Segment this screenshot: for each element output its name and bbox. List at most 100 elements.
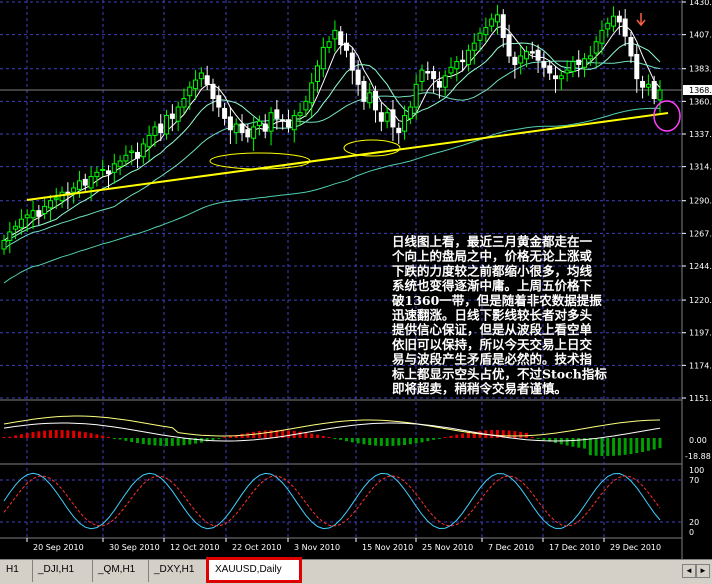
osc-bar-positive — [60, 430, 64, 438]
osc-bar-negative — [368, 438, 372, 446]
scroll-left-arrow[interactable]: ◄ — [682, 564, 696, 578]
bull-candle — [407, 106, 413, 119]
osc-bar-negative — [159, 438, 163, 446]
osc-bar-negative — [629, 438, 633, 455]
date-label: 12 Oct 2010 — [170, 543, 219, 552]
price-tick-label: 1267. — [689, 229, 712, 238]
osc-bar-negative — [385, 438, 389, 446]
osc-bar-positive — [321, 435, 325, 438]
annotation-line: 迅速翻涨。日线下影线较长者对多头 — [392, 308, 593, 323]
bull-candle — [332, 29, 338, 40]
bear-candle — [576, 59, 582, 65]
bear-candle — [355, 69, 361, 85]
osc-bar-negative — [176, 438, 180, 446]
osc-bar-positive — [257, 431, 261, 438]
bear-candle — [378, 112, 384, 122]
bull-candle — [53, 197, 59, 200]
osc-bar-positive — [513, 431, 517, 438]
bear-candle — [169, 113, 175, 119]
bear-candle — [239, 123, 245, 134]
osc-bar-positive — [66, 430, 70, 438]
bear-candle — [222, 107, 228, 119]
osc-bar-negative — [536, 438, 540, 440]
osc-bar-negative — [141, 438, 145, 445]
bull-candle — [7, 231, 13, 241]
bull-candle — [181, 98, 187, 108]
osc-zero-label: 0.00 — [689, 436, 707, 445]
bear-candle — [227, 116, 233, 131]
bull-candle — [117, 160, 123, 168]
annotation-line: 破1360一带，但是随着非农数据提振 — [392, 293, 602, 308]
osc-bar-positive — [461, 433, 465, 438]
osc-bar-positive — [327, 437, 331, 438]
bull-candle — [657, 89, 663, 101]
bull-candle — [518, 55, 524, 64]
osc-bar-negative — [362, 438, 366, 445]
osc-bar-negative — [652, 438, 656, 450]
stoch-level-label: 100 — [689, 466, 704, 475]
price-tick-label: 1337. — [689, 130, 712, 139]
osc-bar-negative — [130, 438, 134, 443]
osc-bar-negative — [437, 438, 441, 439]
osc-bar-positive — [269, 430, 273, 438]
tab-h1[interactable]: H1 — [0, 560, 33, 582]
bear-candle — [529, 51, 535, 54]
bull-candle — [187, 86, 193, 97]
bull-candle — [251, 126, 257, 139]
bull-candle — [309, 82, 315, 104]
tab-xauusd-daily[interactable]: XAUUSD,Daily — [206, 557, 302, 583]
osc-bar-positive — [48, 430, 52, 438]
tab-dji-h1[interactable]: _DJI,H1 — [32, 560, 93, 582]
bear-candle — [216, 95, 222, 108]
bull-candle — [326, 41, 332, 48]
bear-candle — [512, 56, 518, 65]
price-tick-label: 1174. — [689, 361, 712, 370]
bull-candle — [477, 32, 483, 41]
bull-candle — [454, 61, 460, 70]
osc-bar-positive — [101, 435, 105, 438]
osc-bar-negative — [600, 438, 604, 456]
osc-bar-negative — [118, 438, 122, 440]
annotation-line: 系统也变得逐渐中庸。上周五价格下 — [392, 278, 593, 293]
bear-candle — [135, 151, 141, 159]
osc-bar-positive — [83, 432, 87, 438]
date-label: 3 Nov 2010 — [294, 543, 340, 552]
osc-bar-negative — [379, 438, 383, 446]
osc-bar-negative — [565, 438, 569, 446]
osc-bar-positive — [519, 431, 523, 438]
bear-candle — [616, 15, 622, 23]
osc-bar-positive — [490, 430, 494, 438]
bull-candle — [123, 154, 129, 162]
osc-bar-negative — [147, 438, 151, 445]
osc-bar-positive — [89, 433, 93, 438]
bear-candle — [622, 18, 628, 37]
osc-bar-positive — [240, 433, 244, 438]
bear-candle — [634, 54, 640, 80]
osc-bar-positive — [263, 430, 267, 438]
chart-area: 1430. 1407. 1383. 1360. 1337. 1314. 1290. 1267.… — [0, 0, 712, 559]
bear-candle — [436, 80, 442, 88]
osc-bar-negative — [635, 438, 639, 454]
bull-candle — [146, 134, 152, 148]
osc-bar-positive — [298, 431, 302, 438]
osc-bar-positive — [507, 430, 511, 438]
osc-bar-positive — [315, 434, 319, 438]
tab-dxy-h1[interactable]: _DXY,H1 — [148, 560, 209, 582]
tab-qm-h1[interactable]: _QM,H1 — [92, 560, 149, 582]
bull-candle — [175, 106, 181, 122]
osc-bar-positive — [530, 437, 534, 438]
osc-bar-positive — [14, 435, 18, 438]
osc-bar-positive — [72, 430, 76, 438]
bull-candle — [320, 46, 326, 70]
osc-bar-negative — [124, 438, 128, 441]
osc-bar-negative — [658, 438, 662, 449]
bear-candle — [82, 178, 88, 186]
scroll-right-arrow[interactable]: ► — [696, 564, 710, 578]
tab-label: _DJI,H1 — [38, 564, 75, 575]
bull-candle — [523, 51, 529, 60]
bear-candle — [506, 34, 512, 57]
osc-bar-positive — [455, 434, 459, 438]
bull-candle — [384, 112, 390, 122]
bull-candle — [140, 143, 146, 158]
bull-candle — [24, 214, 30, 219]
